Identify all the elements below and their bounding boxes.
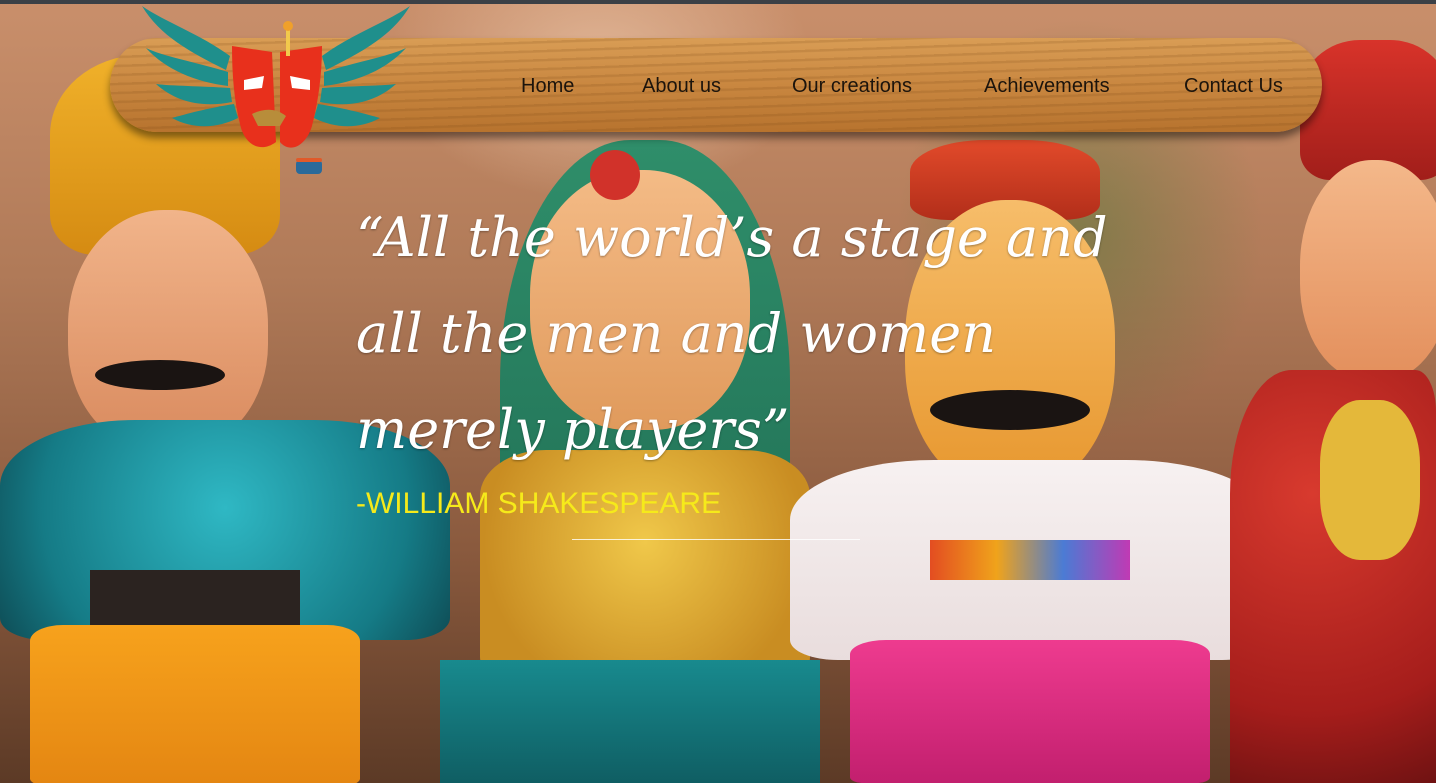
quote-line-3: merely players”	[356, 398, 790, 461]
nav-link-about-us[interactable]: About us	[642, 75, 721, 98]
puppet-right	[1210, 40, 1436, 783]
nav-link-achievements[interactable]: Achievements	[984, 75, 1110, 98]
quote-divider	[572, 539, 860, 540]
nav-menu: Home About us Our creations Achievements…	[0, 75, 1436, 99]
nav-link-home[interactable]: Home	[521, 75, 574, 98]
quote-line-1: “All the world’s a stage and	[356, 206, 1108, 269]
nav-link-contact-us[interactable]: Contact Us	[1184, 75, 1283, 98]
hero-quote: “All the world’s a stage and all the men…	[356, 190, 1108, 478]
quote-line-2: all the men and women	[356, 302, 996, 365]
quote-author: -WILLIAM SHAKESPEARE	[356, 487, 722, 520]
nav-link-our-creations[interactable]: Our creations	[792, 75, 912, 98]
